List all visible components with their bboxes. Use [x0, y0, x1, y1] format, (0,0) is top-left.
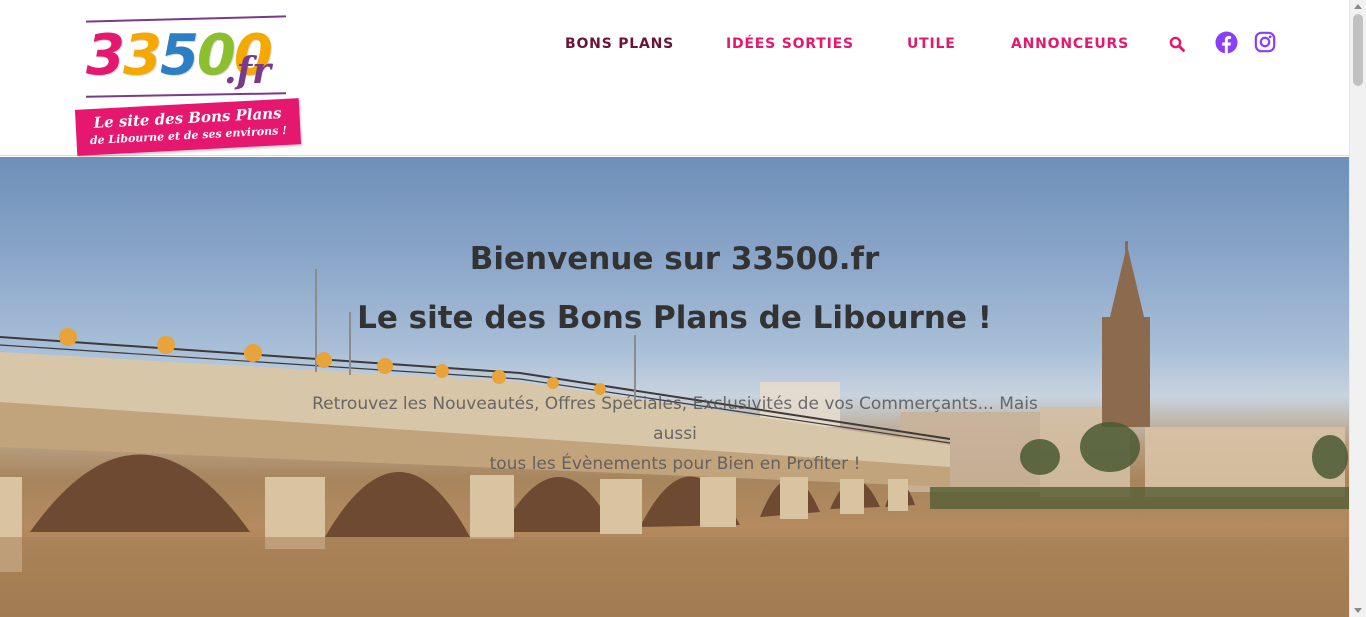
scrollbar-thumb[interactable] [1353, 14, 1363, 86]
hero-description: Retrouvez les Nouveautés, Offres Spécial… [300, 389, 1050, 479]
nav-annonceurs[interactable]: ANNONCEURS [1011, 36, 1129, 52]
nav-idees-sorties[interactable]: IDÉES SORTIES [726, 36, 854, 52]
vertical-scrollbar[interactable] [1349, 0, 1366, 617]
search-icon[interactable] [1169, 36, 1185, 52]
logo-line-top [86, 15, 286, 23]
page: 33500 .fr Le site des Bons Plans de Libo… [0, 0, 1366, 617]
facebook-icon[interactable] [1215, 31, 1238, 54]
hero-banner: Bienvenue sur 33500.fr Le site des Bons … [0, 157, 1349, 617]
hero-subtitle-heading: Le site des Bons Plans de Libourne ! [357, 300, 992, 336]
hero-bridge-image [0, 241, 1349, 617]
hero-title: Bienvenue sur 33500.fr [469, 241, 880, 277]
logo-digit-3: 5 [159, 23, 199, 88]
logo-digit-2: 3 [122, 23, 162, 88]
scroll-down-arrow-icon[interactable] [1354, 608, 1362, 613]
scroll-up-arrow-icon[interactable] [1354, 4, 1362, 9]
instagram-icon[interactable] [1254, 31, 1276, 53]
logo-digit-1: 3 [86, 23, 125, 88]
nav-bons-plans[interactable]: BONS PLANS [565, 36, 674, 52]
logo-tld: .fr [224, 50, 271, 92]
hero-description-line1: Retrouvez les Nouveautés, Offres Spécial… [312, 394, 1038, 444]
logo-line-middle [85, 92, 287, 98]
logo-banner: Le site des Bons Plans de Libourne et de… [74, 98, 302, 156]
river-water [0, 537, 1349, 617]
site-header: 33500 .fr Le site des Bons Plans de Libo… [0, 0, 1349, 156]
nav-utile[interactable]: UTILE [907, 36, 956, 52]
hero-description-line2: tous les Évènements pour Bien en Profite… [489, 454, 861, 474]
site-logo[interactable]: 33500 .fr Le site des Bons Plans de Libo… [74, 14, 302, 156]
